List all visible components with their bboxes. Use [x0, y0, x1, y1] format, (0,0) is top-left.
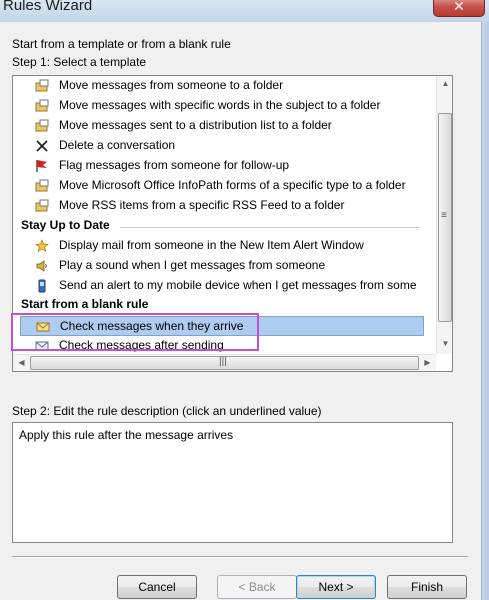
vertical-scrollbar[interactable]: ▲ ≡ ▼: [436, 76, 452, 354]
list-item-label: Play a sound when I get messages from so…: [59, 258, 326, 272]
list-item[interactable]: Flag messages from someone for follow-up: [13, 156, 424, 176]
window-title: Rules Wizard: [3, 0, 93, 14]
rule-description-box[interactable]: Apply this rule after the message arrive…: [12, 422, 453, 543]
mobile-device-icon: [38, 279, 46, 293]
list-item-label: Display mail from someone in the New Ite…: [59, 238, 364, 252]
list-item-label: Send an alert to my mobile device when I…: [59, 278, 417, 292]
delete-x-icon: [36, 140, 48, 152]
list-item[interactable]: Move messages sent to a distribution lis…: [13, 116, 424, 136]
scroll-up-arrow-icon[interactable]: ▲: [437, 79, 452, 88]
list-item[interactable]: Send an alert to my mobile device when I…: [13, 276, 424, 296]
group-header-stay-up-to-date: Stay Up to Date: [21, 218, 110, 232]
folder-move-icon: [35, 99, 49, 112]
list-item-label: Move messages with specific words in the…: [59, 98, 381, 112]
group-header-blank-rule: Start from a blank rule: [21, 297, 149, 311]
step1-label: Step 1: Select a template: [12, 55, 147, 69]
rule-description-text: Apply this rule after the message arrive…: [19, 428, 234, 442]
scroll-right-arrow-icon[interactable]: ▶: [419, 358, 436, 367]
list-item-label: Flag messages from someone for follow-up: [59, 158, 290, 172]
annotation-highlight-box: [11, 313, 259, 351]
scroll-down-arrow-icon[interactable]: ▼: [437, 339, 452, 348]
grip-icon: |||: [219, 356, 227, 367]
close-icon: ✕: [453, 0, 465, 14]
list-item-label: Move Microsoft Office InfoPath forms of …: [59, 178, 406, 192]
folder-move-icon: [35, 119, 49, 132]
grip-icon: ≡: [441, 210, 447, 221]
red-flag-icon: [36, 160, 47, 172]
window-frame: [482, 22, 489, 600]
list-item[interactable]: Move messages with specific words in the…: [13, 96, 424, 116]
alert-star-icon: [35, 239, 49, 253]
scroll-left-arrow-icon[interactable]: ◀: [13, 358, 30, 367]
list-item-label: Move messages sent to a distribution lis…: [59, 118, 332, 132]
horizontal-scroll-thumb[interactable]: |||: [30, 356, 419, 370]
list-item[interactable]: Display mail from someone in the New Ite…: [13, 236, 424, 256]
list-item[interactable]: Move RSS items from a specific RSS Feed …: [13, 196, 424, 216]
step2-label: Step 2: Edit the rule description (click…: [12, 404, 322, 418]
separator: [12, 556, 468, 558]
folder-move-icon: [35, 199, 49, 212]
list-item[interactable]: Move Microsoft Office InfoPath forms of …: [13, 176, 424, 196]
back-button[interactable]: < Back: [217, 575, 297, 599]
vertical-scroll-thumb[interactable]: ≡: [438, 113, 452, 322]
cancel-button[interactable]: Cancel: [117, 575, 197, 599]
list-item-label: Move RSS items from a specific RSS Feed …: [59, 198, 345, 212]
list-item[interactable]: Play a sound when I get messages from so…: [13, 256, 424, 276]
dialog-body: Start from a template or from a blank ru…: [0, 22, 482, 600]
list-item-label: Move messages from someone to a folder: [59, 78, 284, 92]
folder-move-icon: [35, 79, 49, 92]
finish-button[interactable]: Finish: [387, 575, 467, 599]
list-item[interactable]: Delete a conversation: [13, 136, 424, 156]
folder-move-icon: [35, 179, 49, 192]
title-bar: Rules Wizard ✕: [0, 0, 489, 22]
next-button[interactable]: Next >: [296, 575, 376, 599]
intro-label: Start from a template or from a blank ru…: [12, 37, 231, 51]
speaker-icon: [36, 260, 47, 272]
close-button[interactable]: ✕: [433, 0, 485, 17]
list-item[interactable]: Move messages from someone to a folder: [13, 76, 424, 96]
horizontal-scrollbar[interactable]: ◀ ||| ▶: [13, 354, 436, 371]
list-item-label: Delete a conversation: [59, 138, 176, 152]
group-divider: [120, 227, 420, 228]
